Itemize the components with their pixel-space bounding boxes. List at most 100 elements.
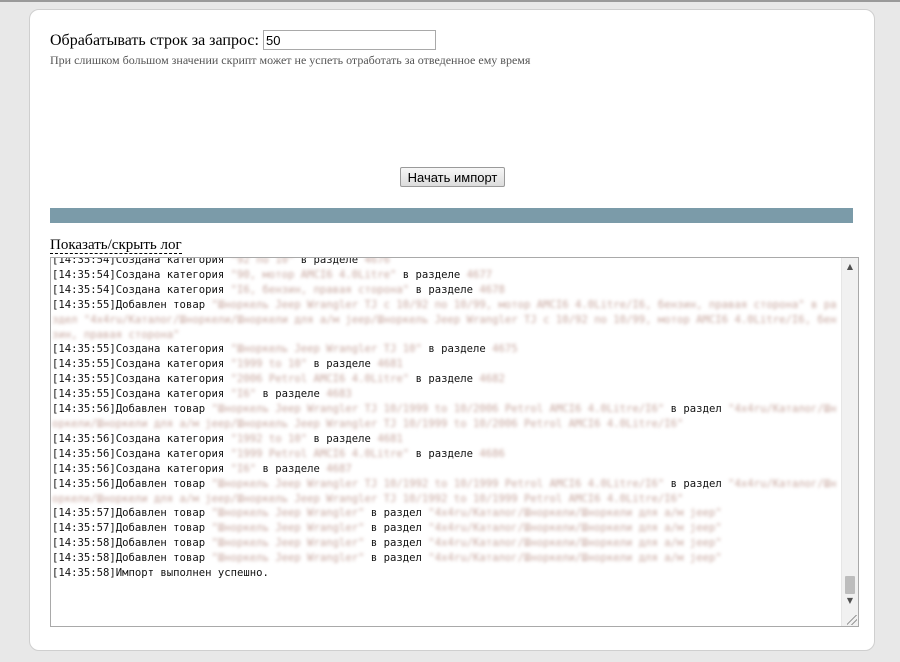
log-line: [14:35:54]Создана категория "I6, бензин,…	[52, 283, 840, 298]
log-line-t: [14:35:55]	[52, 388, 116, 401]
log-line-t: [14:35:56]	[52, 477, 116, 490]
log-line: [14:35:55]Создана категория "Шноркель Je…	[52, 342, 840, 357]
log-line-c: в разделе	[294, 258, 365, 266]
log-line-d: 4687	[326, 462, 352, 475]
log-line-c: в раздел	[364, 537, 429, 550]
log-line-d: "4x4ru/Каталог/Шноркели/Шноркели для а/м…	[428, 507, 722, 520]
toggle-log-link[interactable]: Показать/скрыть лог	[50, 237, 182, 254]
log-line-b: "Шноркель Jeep Wrangler"	[211, 522, 365, 535]
scroll-down-icon[interactable]: ▼	[842, 594, 858, 608]
log-line-a: Создана категория	[115, 447, 231, 460]
log-lines: [14:35:54]Создана категория "92 по 10" в…	[52, 258, 840, 581]
log-line-a: Создана категория	[115, 462, 231, 475]
log-line-a: Создана категория	[115, 343, 231, 356]
log-textarea[interactable]: [14:35:54]Создана категория "92 по 10" в…	[50, 257, 859, 627]
log-line-a: Добавлен товар	[115, 298, 212, 311]
log-line-t: [14:35:57]	[52, 522, 116, 535]
log-line-c: в раздел	[664, 403, 729, 416]
log-line-d: 4682	[479, 373, 505, 386]
log-line-a: Добавлен товар	[115, 507, 212, 520]
log-line-b: "92 по 10"	[230, 258, 295, 266]
log-content: [14:35:54]Создана категория "92 по 10" в…	[51, 258, 841, 626]
log-line-a: Создана категория	[115, 283, 231, 296]
log-line-c: в разделе	[409, 373, 480, 386]
scroll-thumb[interactable]	[845, 576, 855, 594]
rows-per-request-hint: При слишком большом значении скрипт може…	[50, 53, 531, 67]
log-line: [14:35:56]Создана категория "1999 Petrol…	[52, 447, 840, 462]
log-line-d: 4681	[377, 432, 403, 445]
log-scrollbar[interactable]: ▲ ▼	[841, 258, 858, 626]
log-line-d: 4686	[479, 447, 505, 460]
import-panel: Обрабатывать строк за запрос: При слишко…	[29, 9, 875, 651]
log-line-c: в разделе	[307, 432, 378, 445]
log-line-b: "2006 Petrol AMCI6 4.0Litre"	[230, 373, 410, 386]
log-line-c: в разделе	[307, 358, 378, 371]
scroll-up-icon[interactable]: ▲	[842, 260, 858, 274]
log-line-c: в раздел	[364, 552, 429, 565]
log-line-a: Добавлен товар	[115, 403, 212, 416]
log-line-t: [14:35:58]	[52, 537, 116, 550]
rows-per-request-input[interactable]	[263, 30, 436, 50]
log-line-d: 4676	[364, 258, 391, 266]
log-line-b: "90, мотор AMCI6 4.0Litre"	[230, 268, 397, 281]
log-line-a: Создана категория	[115, 268, 231, 281]
log-line-b: "I6"	[230, 462, 257, 475]
log-line-t: [14:35:56]	[52, 462, 116, 475]
log-line: [14:35:58]Добавлен товар "Шноркель Jeep …	[52, 551, 840, 566]
import-progress-fill	[50, 208, 853, 223]
log-line-t: [14:35:54]	[52, 258, 116, 266]
log-line-a: Импорт выполнен успешно.	[115, 567, 269, 580]
log-line-a: Создана категория	[115, 258, 231, 266]
log-line-t: [14:35:55]	[52, 298, 116, 311]
log-line-d: 4677	[466, 268, 493, 281]
log-line-t: [14:35:55]	[52, 373, 116, 386]
log-line-t: [14:35:56]	[52, 432, 116, 445]
log-line-d: "4x4ru/Каталог/Шноркели/Шноркели для а/м…	[428, 522, 722, 535]
log-line: [14:35:56]Создана категория "I6" в разде…	[52, 462, 840, 477]
log-line: [14:35:58]Импорт выполнен успешно.	[52, 566, 840, 581]
log-line: [14:35:56]Добавлен товар "Шноркель Jeep …	[52, 477, 840, 507]
log-line-d: 4683	[326, 388, 352, 401]
log-line-c: в разделе	[409, 283, 480, 296]
log-line-t: [14:35:55]	[52, 358, 116, 371]
log-line: [14:35:56]Создана категория "1992 to 10"…	[52, 432, 840, 447]
log-line-t: [14:35:55]	[52, 343, 116, 356]
log-line-t: [14:35:58]	[52, 552, 116, 565]
log-line-t: [14:35:54]	[52, 283, 116, 296]
log-line-b: "Шноркель Jeep Wrangler"	[211, 537, 365, 550]
log-line-c: в разделе	[256, 388, 327, 401]
log-line-a: Добавлен товар	[115, 552, 212, 565]
log-line-c: в разделе	[256, 462, 327, 475]
log-line-a: Добавлен товар	[115, 477, 212, 490]
log-line-b: "I6, бензин, правая сторона"	[230, 283, 410, 296]
log-line-b: "I6"	[230, 388, 257, 401]
rows-per-request-label: Обрабатывать строк за запрос:	[50, 32, 259, 49]
log-line-d: "4x4ru/Каталог/Шноркели/Шноркели для а/м…	[428, 552, 722, 565]
log-line-b: "1999 Petrol AMCI6 4.0Litre"	[230, 447, 410, 460]
log-line: [14:35:55]Создана категория "2006 Petrol…	[52, 372, 840, 387]
log-line: [14:35:55]Создана категория "1999 to 10"…	[52, 357, 840, 372]
log-line-a: Создана категория	[115, 358, 231, 371]
log-line-b: "Шноркель Jeep Wrangler TJ 10"	[230, 343, 422, 356]
log-line: [14:35:54]Создана категория "92 по 10" в…	[52, 258, 840, 268]
log-line-t: [14:35:57]	[52, 507, 116, 520]
log-line: [14:35:55]Создана категория "I6" в разде…	[52, 387, 840, 402]
log-line-b: "Шноркель Jeep Wrangler TJ 10/1992 to 10…	[211, 477, 665, 490]
resize-grip-icon[interactable]	[847, 615, 857, 625]
import-progress-bar	[50, 208, 853, 223]
log-line-c: в раздел	[364, 507, 429, 520]
log-line-b: "Шноркель Jeep Wrangler"	[211, 507, 365, 520]
log-line: [14:35:56]Добавлен товар "Шноркель Jeep …	[52, 402, 840, 432]
log-line: [14:35:58]Добавлен товар "Шноркель Jeep …	[52, 536, 840, 551]
log-line-c: в разделе	[396, 268, 467, 281]
log-line-c: в раздел	[364, 522, 429, 535]
log-line: [14:35:57]Добавлен товар "Шноркель Jeep …	[52, 506, 840, 521]
log-line-d: 4675	[492, 343, 518, 356]
start-import-button[interactable]: Начать импорт	[400, 167, 505, 187]
log-line-a: Создана категория	[115, 388, 231, 401]
log-line-d: "4x4ru/Каталог/Шноркели/Шноркели для а/м…	[428, 537, 722, 550]
log-line: [14:35:54]Создана категория "90, мотор A…	[52, 268, 840, 283]
log-line-a: Добавлен товар	[115, 537, 212, 550]
log-line-d: 4678	[479, 283, 505, 296]
log-line: [14:35:57]Добавлен товар "Шноркель Jeep …	[52, 521, 840, 536]
